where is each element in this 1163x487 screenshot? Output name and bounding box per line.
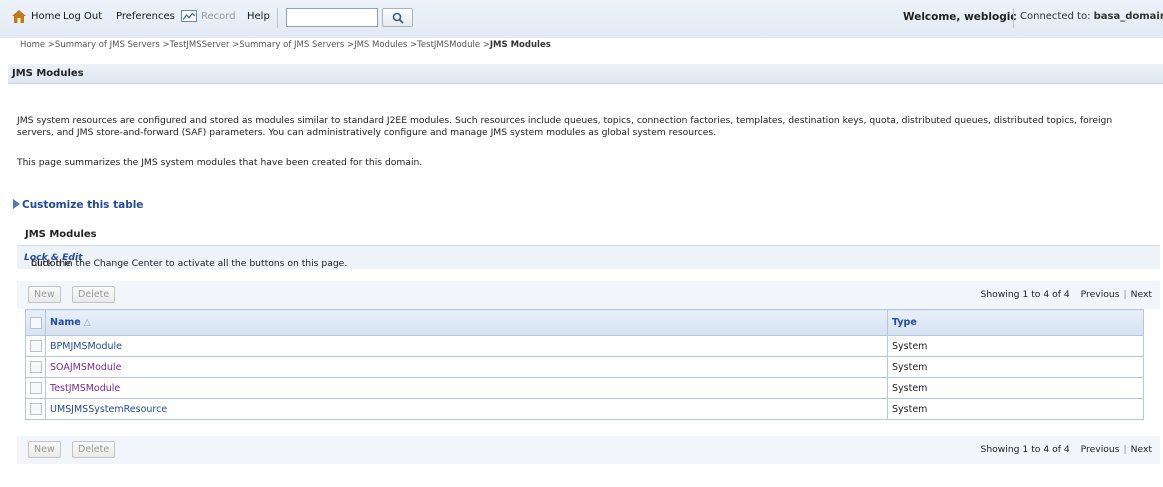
- customize-table-link[interactable]: Customize this table: [13, 199, 143, 211]
- info-message: Click the Lock & Edit button in the Chan…: [17, 245, 1160, 269]
- sort-ascending-icon[interactable]: △: [84, 318, 91, 328]
- name-cell: UMSJMSSystemResource: [45, 398, 888, 420]
- row-checkbox[interactable]: [29, 340, 42, 352]
- delete-button[interactable]: Delete: [72, 441, 116, 458]
- table-row: TestJMSModule System: [25, 377, 1144, 399]
- help-link[interactable]: Help: [247, 11, 270, 22]
- previous-link[interactable]: Previous: [1081, 444, 1120, 455]
- page-summary: This page summarizes the JMS system modu…: [17, 157, 423, 168]
- type-cell: System: [887, 398, 1144, 420]
- select-all-cell: [25, 309, 46, 336]
- home-icon[interactable]: [12, 10, 26, 23]
- breadcrumb-trail[interactable]: Home >Summary of JMS Servers >TestJMSSer…: [20, 40, 490, 50]
- select-all-checkbox[interactable]: [29, 316, 42, 329]
- name-cell: SOAJMSModule: [45, 356, 888, 378]
- new-button[interactable]: New: [28, 441, 61, 458]
- next-link[interactable]: Next: [1131, 289, 1152, 300]
- column-header-name[interactable]: Name △: [45, 309, 888, 336]
- home-link[interactable]: Home: [31, 11, 61, 22]
- module-link[interactable]: TestJMSModule: [50, 383, 120, 394]
- page-description: JMS system resources are configured and …: [17, 115, 1113, 138]
- table-row: BPMJMSModule System: [25, 335, 1144, 357]
- showing-count: Showing 1 to 4 of 4: [980, 444, 1070, 455]
- connected-label: Connected to:: [1020, 11, 1091, 22]
- delete-button[interactable]: Delete: [72, 286, 116, 303]
- type-cell: System: [887, 356, 1144, 378]
- row-select-cell: [25, 398, 46, 420]
- top-toolbar: Home Log Out Preferences Record Help Wel…: [0, 0, 1163, 38]
- search-button[interactable]: [382, 8, 413, 27]
- table-row: SOAJMSModule System: [25, 356, 1144, 378]
- welcome-text: Welcome, weblogic: [903, 11, 1017, 23]
- name-cell: BPMJMSModule: [45, 335, 888, 357]
- new-button[interactable]: New: [28, 286, 61, 303]
- row-checkbox[interactable]: [29, 403, 42, 415]
- page-title: JMS Modules: [12, 68, 84, 79]
- expand-triangle-icon: [13, 199, 20, 209]
- row-checkbox[interactable]: [29, 382, 42, 394]
- search-icon: [392, 12, 404, 24]
- module-link[interactable]: BPMJMSModule: [50, 341, 122, 352]
- table-toolbar-bottom: New Delete Showing 1 to 4 of 4 Previous |…: [17, 436, 1160, 464]
- logout-link[interactable]: Log Out: [63, 11, 102, 22]
- breadcrumb-current: JMS Modules: [489, 40, 551, 50]
- row-select-cell: [25, 335, 46, 357]
- page-title-bar: JMS Modules: [8, 64, 1163, 84]
- preferences-link[interactable]: Preferences: [116, 11, 175, 22]
- type-cell: System: [887, 335, 1144, 357]
- record-icon: [181, 10, 197, 22]
- column-header-type[interactable]: Type: [887, 309, 1144, 336]
- table-row: UMSJMSSystemResource System: [25, 398, 1144, 420]
- record-link: Record: [201, 11, 236, 22]
- previous-link[interactable]: Previous: [1081, 289, 1120, 300]
- pagination: Showing 1 to 4 of 4 Previous | Next: [980, 289, 1152, 300]
- name-cell: TestJMSModule: [45, 377, 888, 399]
- module-link[interactable]: UMSJMSSystemResource: [50, 404, 167, 415]
- next-link[interactable]: Next: [1131, 444, 1152, 455]
- module-link[interactable]: SOAJMSModule: [50, 362, 121, 373]
- row-checkbox[interactable]: [29, 361, 42, 373]
- type-cell: System: [887, 377, 1144, 399]
- column-label-type: Type: [892, 317, 917, 328]
- table-section-title: JMS Modules: [25, 229, 97, 240]
- table-toolbar-top: New Delete Showing 1 to 4 of 4 Previous |…: [17, 281, 1160, 309]
- pagination: Showing 1 to 4 of 4 Previous | Next: [980, 444, 1152, 455]
- row-select-cell: [25, 377, 46, 399]
- table-header-row: Name △ Type: [25, 309, 1144, 336]
- domain-name: basa_domain: [1093, 11, 1163, 22]
- connected-to: Connected to: basa_domain: [1020, 11, 1163, 22]
- jms-modules-table: Name △ Type BPMJMSModule System SOAJMSMod…: [25, 309, 1144, 420]
- customize-label: Customize this table: [22, 199, 144, 211]
- breadcrumb: Home >Summary of JMS Servers >TestJMSSer…: [20, 40, 551, 50]
- showing-count: Showing 1 to 4 of 4: [980, 289, 1070, 300]
- toolbar-divider: [1013, 8, 1014, 28]
- info-suffix: button in the Change Center to activate …: [31, 258, 348, 269]
- row-select-cell: [25, 356, 46, 378]
- toolbar-divider: [277, 8, 278, 28]
- search-input[interactable]: [286, 8, 378, 27]
- column-label-name: Name: [50, 317, 81, 328]
